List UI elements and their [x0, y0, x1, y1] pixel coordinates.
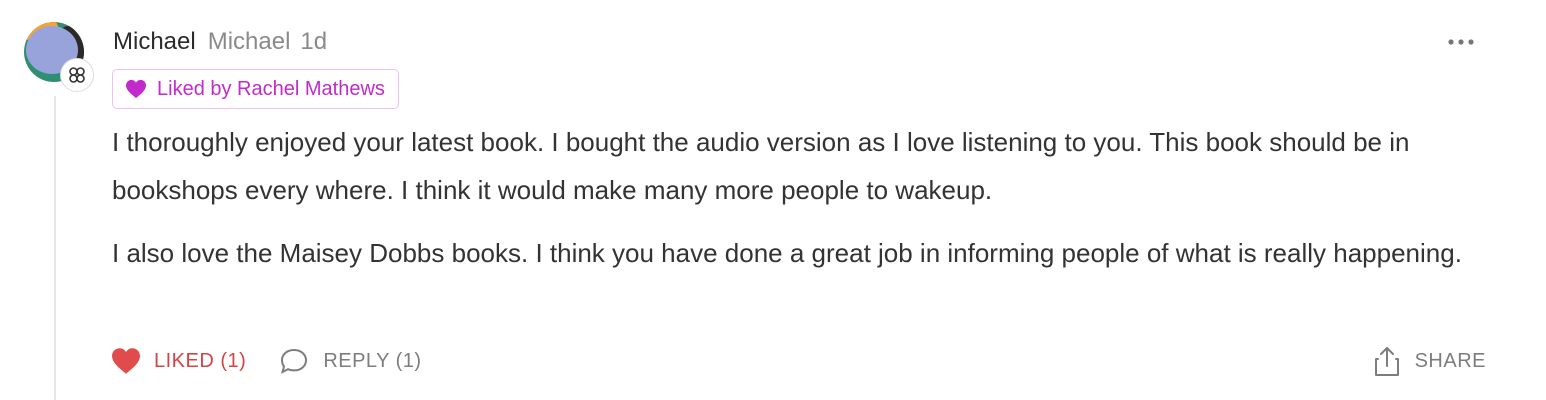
reply-button[interactable]: REPLY (1)	[279, 347, 421, 375]
heart-icon	[125, 79, 147, 99]
comment-paragraph: I also love the Maisey Dobbs books. I th…	[112, 238, 1462, 268]
clover-badge-icon	[60, 58, 94, 92]
comment-actions: LIKED (1) REPLY (1) SHARE	[110, 343, 1486, 379]
reply-label: REPLY (1)	[323, 349, 422, 372]
liked-by-badge[interactable]: Liked by Rachel Mathews	[112, 69, 399, 109]
like-label: LIKED (1)	[154, 349, 247, 372]
timestamp[interactable]: 1d	[300, 28, 327, 56]
author-name[interactable]: Michael	[113, 28, 196, 56]
heart-filled-icon	[110, 347, 142, 375]
speech-bubble-icon	[279, 347, 309, 375]
like-button[interactable]: LIKED (1)	[110, 347, 246, 375]
liked-by-label: Liked by Rachel Mathews	[157, 77, 385, 100]
more-dots-icon	[1448, 39, 1474, 45]
share-button[interactable]: SHARE	[1373, 345, 1486, 377]
comment-header: Michael Michael 1d	[113, 28, 327, 56]
comment-card: Michael Michael 1d Liked by Rachel Mathe…	[0, 0, 1546, 400]
share-label: SHARE	[1414, 349, 1486, 372]
comment-paragraph: I thoroughly enjoyed your latest book. I…	[112, 127, 1410, 205]
thread-line	[54, 96, 56, 400]
author-handle[interactable]: Michael	[208, 28, 291, 56]
comment-body: I thoroughly enjoyed your latest book. I…	[112, 118, 1512, 292]
share-icon	[1373, 345, 1401, 377]
more-options-button[interactable]	[1444, 30, 1478, 54]
